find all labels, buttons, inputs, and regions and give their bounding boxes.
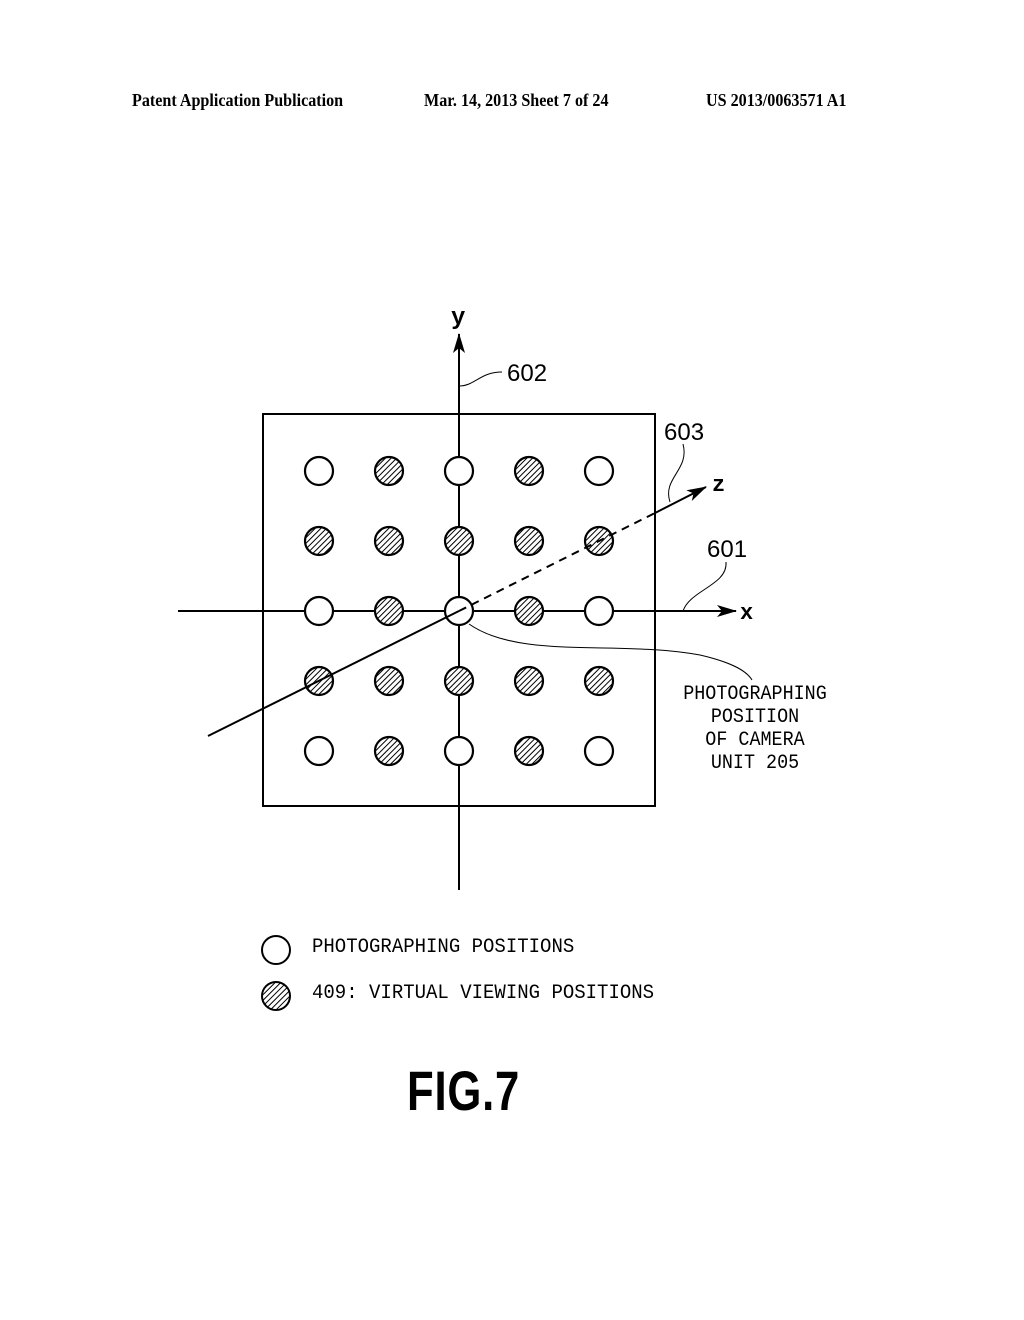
- photographing-position: [443, 735, 475, 767]
- virtual-viewing-position: [583, 665, 615, 697]
- virtual-viewing-position: [443, 525, 475, 557]
- leader-602: [458, 371, 503, 387]
- virtual-viewing-position: [373, 525, 405, 557]
- hatched-circle-icon: [261, 981, 291, 1011]
- legend-label: 409: VIRTUAL VIEWING POSITIONS: [312, 982, 655, 1005]
- virtual-viewing-position: [513, 735, 545, 767]
- ref-602: 602: [507, 360, 547, 387]
- leader-601: [682, 561, 727, 612]
- z-axis-hidden: [458, 512, 656, 612]
- photographing-position: [583, 455, 615, 487]
- virtual-viewing-position: [373, 595, 405, 627]
- legend-item-photographing: PHOTOGRAPHING POSITIONS: [260, 932, 760, 978]
- y-axis-label: y: [451, 305, 465, 332]
- open-circle-icon: [261, 935, 291, 965]
- virtual-viewing-position: [373, 455, 405, 487]
- virtual-viewing-position: [513, 665, 545, 697]
- virtual-viewing-position: [513, 595, 545, 627]
- callout-line: UNIT 205: [710, 752, 800, 775]
- z-axis-front: [207, 610, 460, 737]
- photographing-position: [303, 595, 335, 627]
- legend-item-virtual: 409: VIRTUAL VIEWING POSITIONS: [260, 978, 760, 1024]
- callout-line: POSITION: [710, 706, 800, 729]
- callout-line: PHOTOGRAPHING: [683, 683, 827, 706]
- z-axis-back: [654, 486, 707, 514]
- x-axis-label: x: [740, 601, 753, 626]
- photographing-position: [303, 455, 335, 487]
- photographing-position: [443, 455, 475, 487]
- leader-603: [668, 443, 685, 503]
- virtual-viewing-position: [373, 735, 405, 767]
- callout-line: OF CAMERA: [705, 729, 805, 752]
- photographing-position: [303, 735, 335, 767]
- ref-603: 603: [664, 419, 704, 446]
- virtual-viewing-position: [443, 665, 475, 697]
- virtual-viewing-position: [513, 455, 545, 487]
- legend: PHOTOGRAPHING POSITIONS 409: VIRTUAL VIE…: [260, 932, 760, 1024]
- virtual-viewing-position: [513, 525, 545, 557]
- legend-label: PHOTOGRAPHING POSITIONS: [312, 936, 575, 959]
- ref-601: 601: [707, 536, 747, 563]
- virtual-viewing-position: [373, 665, 405, 697]
- figure-caption: FIG.7: [407, 1059, 521, 1122]
- photographing-position: [583, 735, 615, 767]
- z-axis-label: z: [712, 473, 725, 498]
- camera-position-callout: PHOTOGRAPHING POSITION OF CAMERA UNIT 20…: [655, 683, 855, 775]
- photographing-position: [583, 595, 615, 627]
- virtual-viewing-position: [303, 525, 335, 557]
